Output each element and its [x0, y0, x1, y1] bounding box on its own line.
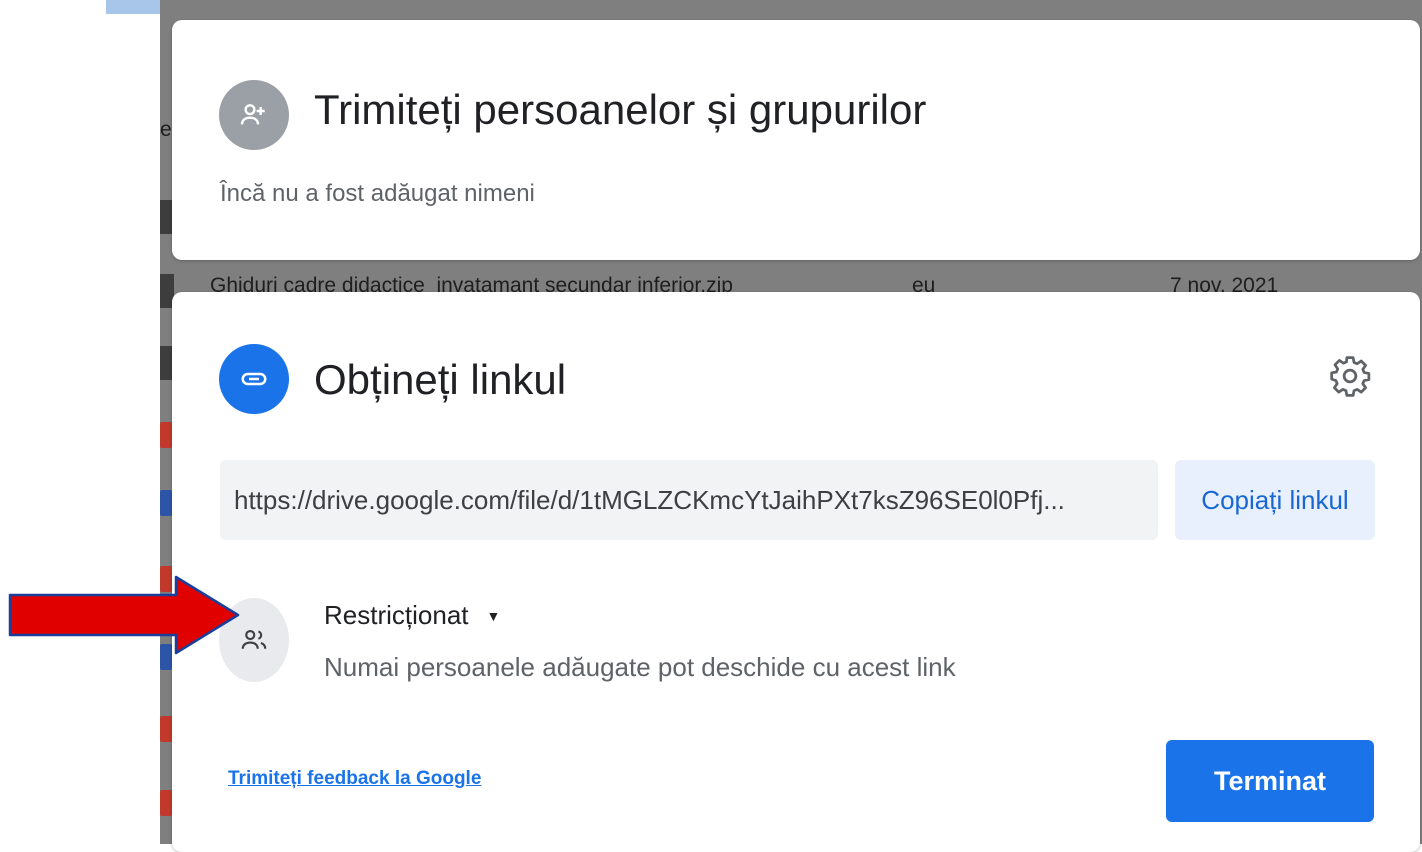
- copy-link-button[interactable]: Copiați linkul: [1175, 460, 1375, 540]
- pdf-file-icon: [160, 716, 172, 742]
- send-feedback-link[interactable]: Trimiteți feedback la Google: [228, 768, 481, 790]
- access-description: Numai persoanele adăugate pot deschide c…: [324, 652, 956, 682]
- pdf-file-icon: [160, 790, 172, 816]
- doc-file-icon: [160, 490, 172, 516]
- no-people-added-text: Încă nu a fost adăugat nimeni: [220, 180, 535, 207]
- link-icon: [219, 344, 289, 414]
- gear-icon[interactable]: [1328, 354, 1372, 398]
- pdf-file-icon: [160, 422, 172, 448]
- add-person-icon: [219, 80, 289, 150]
- share-link-url: https://drive.google.com/file/d/1tMGLZCK…: [234, 484, 1065, 515]
- background-partial-label: e: [160, 118, 172, 141]
- done-button[interactable]: Terminat: [1166, 740, 1374, 822]
- share-people-title: Trimiteți persoanelor și grupurilor: [314, 86, 927, 133]
- access-level-label: Restricționat: [324, 600, 469, 630]
- get-link-title: Obțineți linkul: [314, 356, 567, 403]
- caret-down-icon: ▼: [486, 607, 501, 624]
- share-link-field[interactable]: https://drive.google.com/file/d/1tMGLZCK…: [220, 460, 1158, 540]
- access-level-dropdown[interactable]: Restricționat ▼: [324, 600, 500, 631]
- share-people-card: [172, 20, 1420, 260]
- red-arrow-annotation: [8, 575, 240, 655]
